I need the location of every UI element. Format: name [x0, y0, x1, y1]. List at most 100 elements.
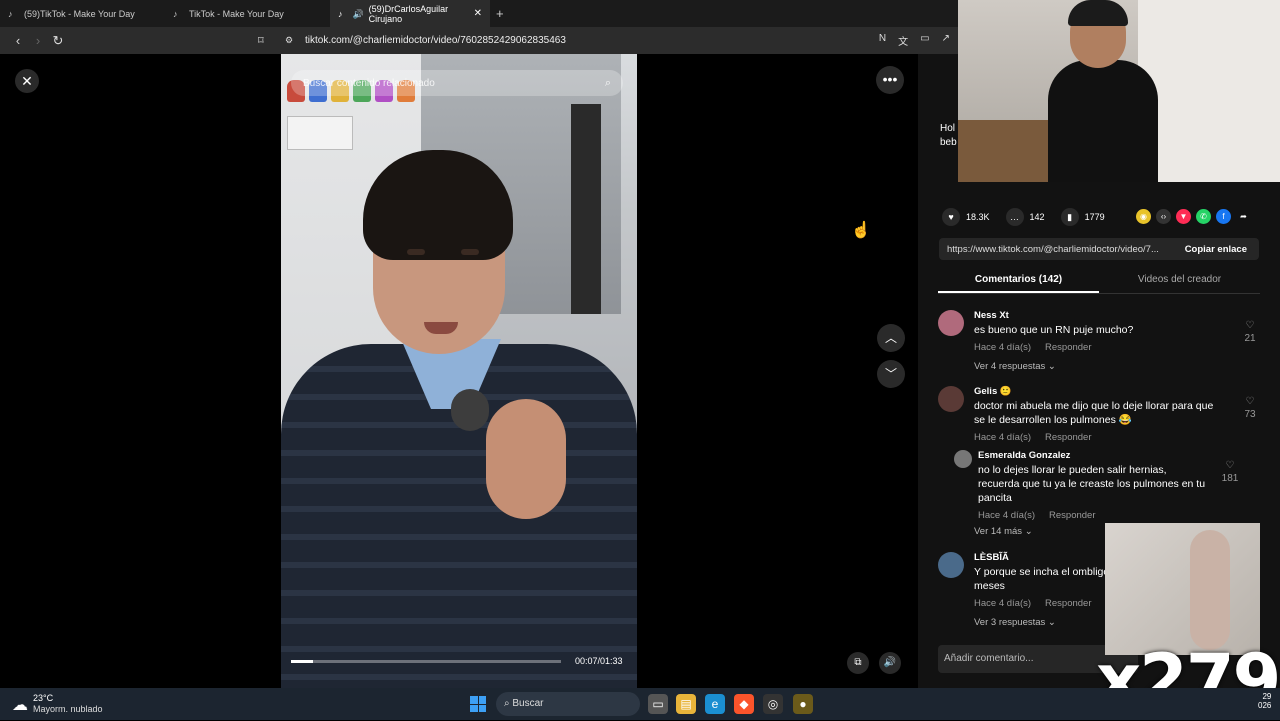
windows-start-icon[interactable] — [470, 696, 486, 712]
address-bar-actions: N 文 ▭ ↗ — [879, 33, 950, 48]
clock-line: 29 — [1262, 692, 1272, 701]
speaker-icon: 🔊 — [352, 8, 364, 19]
webcam-wall — [1138, 0, 1280, 182]
comment-time: Hace 4 día(s) — [974, 432, 1032, 443]
copy-link-button[interactable]: Copiar enlace — [1185, 244, 1247, 255]
webcam-overlay — [958, 0, 1280, 182]
video-person-eye — [407, 249, 425, 255]
share-icon[interactable]: ↗ — [942, 33, 950, 48]
floating-player-icon[interactable]: ⧉ — [847, 652, 869, 674]
avatar[interactable] — [954, 450, 972, 468]
clock-line: 026 — [1258, 701, 1272, 710]
reply-author[interactable]: Esmeralda Gonzalez — [978, 450, 1208, 461]
browser-tab-2[interactable]: ♪ TikTok - Make Your Day — [165, 0, 330, 27]
reply-like[interactable]: ♡ 181 — [1220, 460, 1240, 484]
reply-button[interactable]: Responder — [1045, 432, 1091, 443]
browser-tab-3[interactable]: ♪ 🔊 (59)DrCarlosAguilar Cirujano ✕ — [330, 0, 490, 27]
description-line: beb — [940, 137, 957, 148]
video-description: Hol beb — [940, 122, 957, 150]
windows-taskbar: ☁ 23°C Mayorm. nublado ⌕ Buscar ▭ ▤ e ◆ … — [0, 688, 1280, 720]
browser-tab-1[interactable]: ♪ (59)TikTok - Make Your Day — [0, 0, 165, 27]
tab-title: (59)TikTok - Make Your Day — [24, 8, 135, 19]
related-search-input[interactable]: Buscar contenido relacionado ⌕ — [291, 70, 623, 96]
video-time: 00:07/01:33 — [575, 656, 623, 666]
share-link[interactable]: https://www.tiktok.com/@charliemidoctor/… — [947, 244, 1159, 255]
translate-icon[interactable]: 文 — [898, 33, 908, 48]
volume-icon[interactable]: 🔊 — [879, 652, 901, 674]
whatsapp-icon[interactable]: ✆ — [1196, 209, 1211, 224]
meme-overlay-image — [1105, 523, 1260, 655]
comment-author[interactable]: Ness Xt — [974, 310, 1224, 321]
video-player[interactable]: Buscar contenido relacionado ⌕ 00:07/01:… — [281, 54, 637, 688]
avatar[interactable] — [938, 386, 964, 412]
edge-icon[interactable]: e — [705, 694, 725, 714]
brave-icon[interactable]: ◆ — [734, 694, 754, 714]
taskbar-search-label: Buscar — [512, 698, 544, 709]
embed-icon[interactable]: ‹› — [1156, 209, 1171, 224]
new-tab-button[interactable]: + — [496, 6, 504, 21]
share-row: ◉ ‹› ▼ ✆ f ➦ — [1136, 209, 1251, 224]
avatar[interactable] — [938, 310, 964, 336]
taskbar-search[interactable]: ⌕ Buscar — [496, 692, 640, 716]
reader-icon[interactable]: N — [879, 33, 886, 48]
file-explorer-icon[interactable]: ▤ — [676, 694, 696, 714]
comment-time: Hace 4 día(s) — [974, 598, 1032, 609]
heart-outline-icon: ♡ — [1245, 396, 1255, 407]
url-field[interactable]: tiktok.com/@charliemidoctor/video/760285… — [305, 35, 566, 46]
meme-overlay-figure — [1190, 530, 1230, 650]
comment-author[interactable]: Gelis 🙂 — [974, 386, 1224, 397]
view-replies-button[interactable]: Ver 4 respuestas ⌄ — [974, 361, 1224, 372]
share-link-box: https://www.tiktok.com/@charliemidoctor/… — [939, 238, 1259, 260]
more-options-button[interactable]: ••• — [876, 66, 904, 94]
comment-like-count: 73 — [1244, 409, 1256, 420]
cloud-icon[interactable]: ☁ — [12, 695, 28, 715]
cast-icon[interactable]: ▭ — [920, 33, 929, 48]
video-background-frame — [571, 104, 601, 314]
comment-like-count: 21 — [1244, 333, 1256, 344]
reload-icon[interactable]: ↻ — [48, 33, 68, 49]
comment-icon[interactable]: … — [1005, 208, 1024, 226]
comment-time: Hace 4 día(s) — [974, 342, 1032, 353]
bookmark-icon[interactable]: ⌑ — [258, 34, 264, 47]
video-progress-fill — [291, 660, 313, 663]
tab-comments[interactable]: Comentarios (142) — [938, 266, 1099, 293]
system-clock[interactable]: 29 026 — [1258, 692, 1271, 710]
comment-text: es bueno que un RN puje mucho? — [974, 324, 1134, 336]
app-icon[interactable]: ◎ — [763, 694, 783, 714]
panel-tabs: Comentarios (142) Videos del creador — [938, 266, 1260, 294]
weather-desc[interactable]: Mayorm. nublado — [33, 704, 103, 714]
coin-icon[interactable]: ◉ — [1136, 209, 1151, 224]
tiktok-icon: ♪ — [338, 8, 343, 19]
video-progress-bar[interactable] — [291, 660, 561, 663]
avatar[interactable] — [938, 552, 964, 578]
app-icon[interactable]: ● — [793, 694, 813, 714]
forward-icon[interactable]: › — [28, 33, 48, 48]
video-microphone — [451, 389, 489, 431]
previous-video-button[interactable]: ︿ — [877, 324, 905, 352]
next-video-button[interactable]: ﹀ — [877, 360, 905, 388]
search-placeholder: Buscar contenido relacionado — [303, 77, 435, 89]
tab-bar: ♪ (59)TikTok - Make Your Day ♪ TikTok - … — [0, 0, 958, 27]
weather-temp[interactable]: 23°C — [33, 693, 53, 703]
comment-like[interactable]: ♡ 73 — [1240, 396, 1260, 420]
tiktok-icon: ♪ — [173, 8, 178, 19]
mouse-cursor-icon: ☝ — [851, 222, 871, 239]
share-arrow-icon[interactable]: ➦ — [1236, 209, 1251, 224]
reply-button[interactable]: Responder — [1045, 598, 1091, 609]
address-bar: ‹ › ↻ ⌑ ⚙ tiktok.com/@charliemidoctor/vi… — [0, 27, 958, 54]
bookmark-icon[interactable]: ▮ — [1060, 208, 1079, 226]
search-icon[interactable]: ⌕ — [605, 77, 611, 90]
video-stage: ✕ Buscar contenido relacionado ⌕ 00:07/0… — [0, 54, 918, 688]
comment-like[interactable]: ♡ 21 — [1240, 320, 1260, 344]
heart-icon[interactable]: ♥ — [942, 208, 960, 226]
reply-button[interactable]: Responder — [1045, 342, 1091, 353]
close-video-button[interactable]: ✕ — [15, 69, 39, 93]
facebook-icon[interactable]: f — [1216, 209, 1231, 224]
close-tab-icon[interactable]: ✕ — [474, 8, 482, 19]
reply-button[interactable]: Responder — [1049, 510, 1095, 521]
tab-creator-videos[interactable]: Videos del creador — [1099, 266, 1260, 293]
back-icon[interactable]: ‹ — [8, 33, 28, 48]
site-settings-icon[interactable]: ⚙ — [285, 35, 293, 46]
send-icon[interactable]: ▼ — [1176, 209, 1191, 224]
task-view-icon[interactable]: ▭ — [648, 694, 668, 714]
